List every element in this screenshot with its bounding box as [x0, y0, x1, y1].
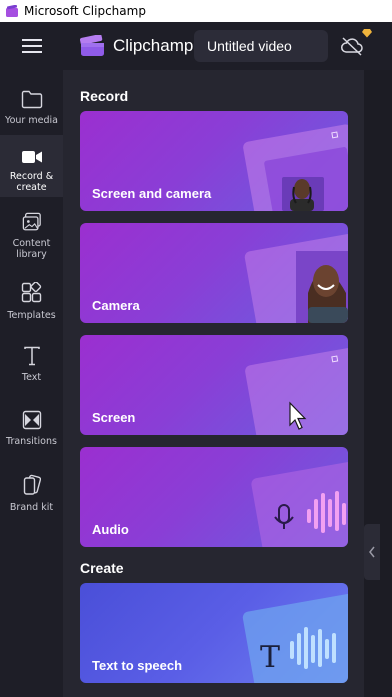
right-gutter — [364, 70, 392, 697]
card-label: Screen — [92, 410, 136, 425]
sidebar-item-transitions[interactable]: Transitions — [0, 396, 63, 458]
brand-name: Clipchamp — [113, 36, 194, 55]
svg-text:T: T — [260, 640, 280, 675]
app-header: Clipchamp Untitled video — [0, 22, 392, 70]
card-label: Audio — [92, 522, 129, 537]
clipchamp-app-icon — [6, 5, 18, 17]
premium-diamond-icon — [362, 29, 372, 38]
sidebar-item-label: Content library — [12, 238, 51, 260]
camera-card[interactable]: Camera — [80, 223, 348, 323]
text-to-speech-card[interactable]: T Text to speech — [80, 583, 348, 683]
brand: Clipchamp — [80, 35, 193, 57]
sidebar-item-record-create[interactable]: Record & create — [0, 135, 63, 197]
card-label: Text to speech — [92, 658, 183, 673]
sidebar-item-your-media[interactable]: Your media — [0, 76, 63, 138]
sidebar-item-content-library[interactable]: Content library — [0, 198, 63, 260]
window-title: Microsoft Clipchamp — [24, 4, 146, 18]
sidebar-item-label: Your media — [5, 115, 58, 126]
record-create-panel: Record Screen and camera Camera Screen A… — [63, 70, 364, 697]
folder-icon — [21, 90, 42, 109]
video-camera-icon — [21, 151, 42, 163]
sidebar-item-templates[interactable]: Templates — [0, 268, 63, 330]
sidebar-item-label: Templates — [7, 310, 56, 321]
transitions-icon — [22, 410, 41, 430]
text-icon — [23, 346, 40, 366]
window-titlebar: Microsoft Clipchamp — [0, 0, 392, 22]
collapse-panel-button[interactable] — [364, 524, 380, 580]
record-heading: Record — [80, 88, 129, 104]
project-title-input[interactable]: Untitled video — [194, 30, 328, 62]
card-label: Screen and camera — [92, 186, 212, 201]
sidebar-item-label: Transitions — [6, 436, 57, 447]
create-heading: Create — [80, 560, 124, 576]
templates-icon — [21, 282, 41, 303]
sidebar-item-label: Text — [21, 372, 42, 383]
menu-button[interactable] — [0, 22, 64, 70]
chevron-left-icon — [369, 546, 375, 558]
sidebar: Your media Record & create Content libra… — [0, 70, 63, 697]
clipchamp-logo-icon — [80, 35, 104, 56]
audio-card[interactable]: Audio — [80, 447, 348, 547]
sidebar-item-brand-kit[interactable]: Brand kit — [0, 460, 63, 522]
content-library-icon — [22, 212, 41, 231]
sidebar-item-label: Brand kit — [9, 502, 54, 513]
brand-kit-icon — [23, 474, 41, 495]
sidebar-item-label: Record & create — [9, 171, 54, 193]
cloud-offline-icon[interactable] — [340, 35, 364, 57]
card-label: Camera — [92, 298, 140, 313]
screen-and-camera-card[interactable]: Screen and camera — [80, 111, 348, 211]
sidebar-item-text[interactable]: Text — [0, 332, 63, 394]
screen-card[interactable]: Screen — [80, 335, 348, 435]
hamburger-icon — [22, 39, 42, 53]
